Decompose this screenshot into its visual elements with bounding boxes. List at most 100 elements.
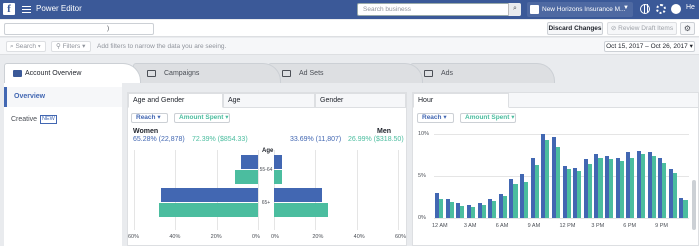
spent-bar	[683, 200, 688, 218]
tab-strip	[509, 93, 698, 108]
search-placeholder: Search business	[363, 6, 412, 13]
x-tick-label: 20%	[312, 234, 324, 240]
y-tick-label: 0%	[418, 215, 426, 221]
globe-icon[interactable]	[640, 4, 650, 14]
spent-bar	[492, 201, 497, 218]
review-draft-items-button[interactable]: ⊘ Review Draft Items	[607, 22, 677, 35]
spent-bar	[672, 173, 677, 218]
nav-item-overview[interactable]: Overview	[4, 87, 122, 107]
x-tick-label: 6 AM	[495, 223, 509, 229]
spent-bar	[481, 204, 486, 218]
women-reach-bar	[241, 155, 258, 169]
tab-ad-sets[interactable]: Ad Sets	[268, 63, 423, 83]
spent-bar	[524, 181, 529, 218]
tab-campaigns[interactable]: Campaigns	[133, 63, 281, 83]
grid-line	[134, 150, 135, 230]
spent-bar	[502, 196, 507, 218]
user-name[interactable]: He	[686, 4, 695, 11]
spent-bar	[598, 157, 603, 218]
men-reach-bar	[274, 155, 283, 169]
tab-ad-sets-label: Ad Sets	[299, 70, 324, 77]
spent-bar	[513, 184, 518, 218]
spent-bar	[460, 206, 465, 218]
ad-set-icon	[282, 70, 291, 77]
age-group-label: 55-64	[259, 167, 273, 173]
ad-icon	[424, 70, 433, 77]
hour-reach-label: Reach	[422, 114, 442, 121]
x-tick-label: 40%	[353, 234, 365, 240]
nav-item-overview-label: Overview	[14, 93, 46, 100]
search-icon[interactable]: ⌕	[508, 3, 521, 16]
women-label: Women	[133, 128, 159, 135]
chevron-down-icon: ▼	[623, 5, 629, 11]
spent-bar	[566, 169, 571, 218]
panel-scrollbar[interactable]	[692, 180, 696, 230]
tab-account-overview[interactable]: Account Overview	[4, 63, 141, 83]
x-tick-label: 20%	[210, 234, 222, 240]
discard-changes-button[interactable]: Discard Changes	[547, 22, 603, 35]
tab-age-and-gender[interactable]: Age and Gender	[128, 93, 223, 108]
hour-metric-amount-spent-dropdown[interactable]: Amount Spent ▾	[460, 113, 516, 123]
spent-bar	[555, 146, 560, 218]
x-tick-label: 9 PM	[655, 223, 668, 229]
men-spent-bar	[274, 170, 283, 184]
women-reach-value: 65.28% (22,878)	[133, 136, 185, 143]
tab-account-overview-label: Account Overview	[25, 70, 82, 77]
x-tick-label: 6 PM	[623, 223, 637, 229]
tab-gender[interactable]: Gender	[315, 93, 406, 108]
x-tick-label: 3 PM	[591, 223, 605, 229]
spent-bar	[609, 159, 614, 218]
metric-amount-spent-dropdown[interactable]: Amount Spent ▾	[174, 113, 230, 123]
account-avatar	[530, 5, 539, 14]
spent-bar	[619, 160, 624, 218]
date-range-value: Oct 15, 2017 – Oct 26, 2017	[606, 43, 688, 50]
reach-label: Reach	[136, 114, 156, 121]
women-spent-bar	[158, 203, 258, 217]
left-nav	[4, 83, 122, 246]
men-reach-value: 33.69% (11,807)	[290, 136, 342, 143]
x-tick-label: 12 PM	[559, 223, 576, 229]
account-name: New Horizons Insurance M...	[542, 6, 626, 13]
amount-spent-label: Amount Spent	[179, 114, 224, 121]
search-filter-button[interactable]: ⌕ Search ▾	[6, 41, 46, 52]
hour-chart: 10% 5% 0% 12 AM 3 AM 6 AM 9 AM 12 PM 3 PM 6 PM 9 P…	[418, 128, 696, 244]
account-overview-icon	[13, 70, 22, 77]
facebook-logo-icon[interactable]: f	[3, 3, 15, 15]
avatar[interactable]	[671, 4, 681, 14]
x-tick-label: 9 AM	[527, 223, 541, 229]
x-tick-label: 3 AM	[463, 223, 477, 229]
campaign-selector-label: )	[107, 25, 110, 32]
menu-icon[interactable]	[22, 6, 31, 13]
spent-bar	[662, 162, 667, 218]
men-spent-value: 26.99% ($318.50)	[348, 136, 404, 143]
filters-button[interactable]: ⚲ Filters ▾	[51, 41, 91, 52]
spent-bar	[630, 157, 635, 218]
campaign-selector[interactable]: )	[4, 23, 154, 35]
search-filter-label: Search	[15, 43, 37, 50]
tab-ads-label: Ads	[441, 70, 454, 77]
spent-bar	[470, 207, 475, 218]
settings-gear-icon[interactable]: ⚙	[680, 22, 695, 35]
women-reach-bar	[160, 188, 258, 202]
tab-ads[interactable]: Ads	[410, 63, 555, 83]
y-tick-label: 10%	[418, 131, 430, 137]
date-range-picker[interactable]: Oct 15, 2017 – Oct 26, 2017 ▾	[604, 41, 695, 52]
tab-age[interactable]: Age	[223, 93, 315, 108]
hour-metric-reach-dropdown[interactable]: Reach ▾	[417, 113, 454, 123]
men-reach-bar	[274, 188, 322, 202]
spent-bar	[449, 202, 454, 218]
account-selector[interactable]: New Horizons Insurance M... ▼	[527, 2, 633, 17]
tab-hour[interactable]: Hour	[413, 93, 509, 108]
hour-amount-spent-label: Amount Spent	[465, 114, 510, 121]
metric-reach-dropdown[interactable]: Reach ▾	[131, 113, 168, 123]
review-label: Review Draft Items	[618, 25, 674, 32]
search-business-input[interactable]: Search business	[357, 3, 521, 16]
gear-icon[interactable]	[656, 4, 666, 14]
age-group-label: 65+	[261, 200, 271, 206]
grid-line	[434, 134, 689, 135]
nav-item-creative[interactable]: Creative	[11, 116, 37, 123]
spent-bar	[439, 198, 444, 218]
grid-line	[258, 150, 259, 230]
men-spent-bar	[274, 203, 328, 217]
spent-bar	[651, 155, 656, 218]
